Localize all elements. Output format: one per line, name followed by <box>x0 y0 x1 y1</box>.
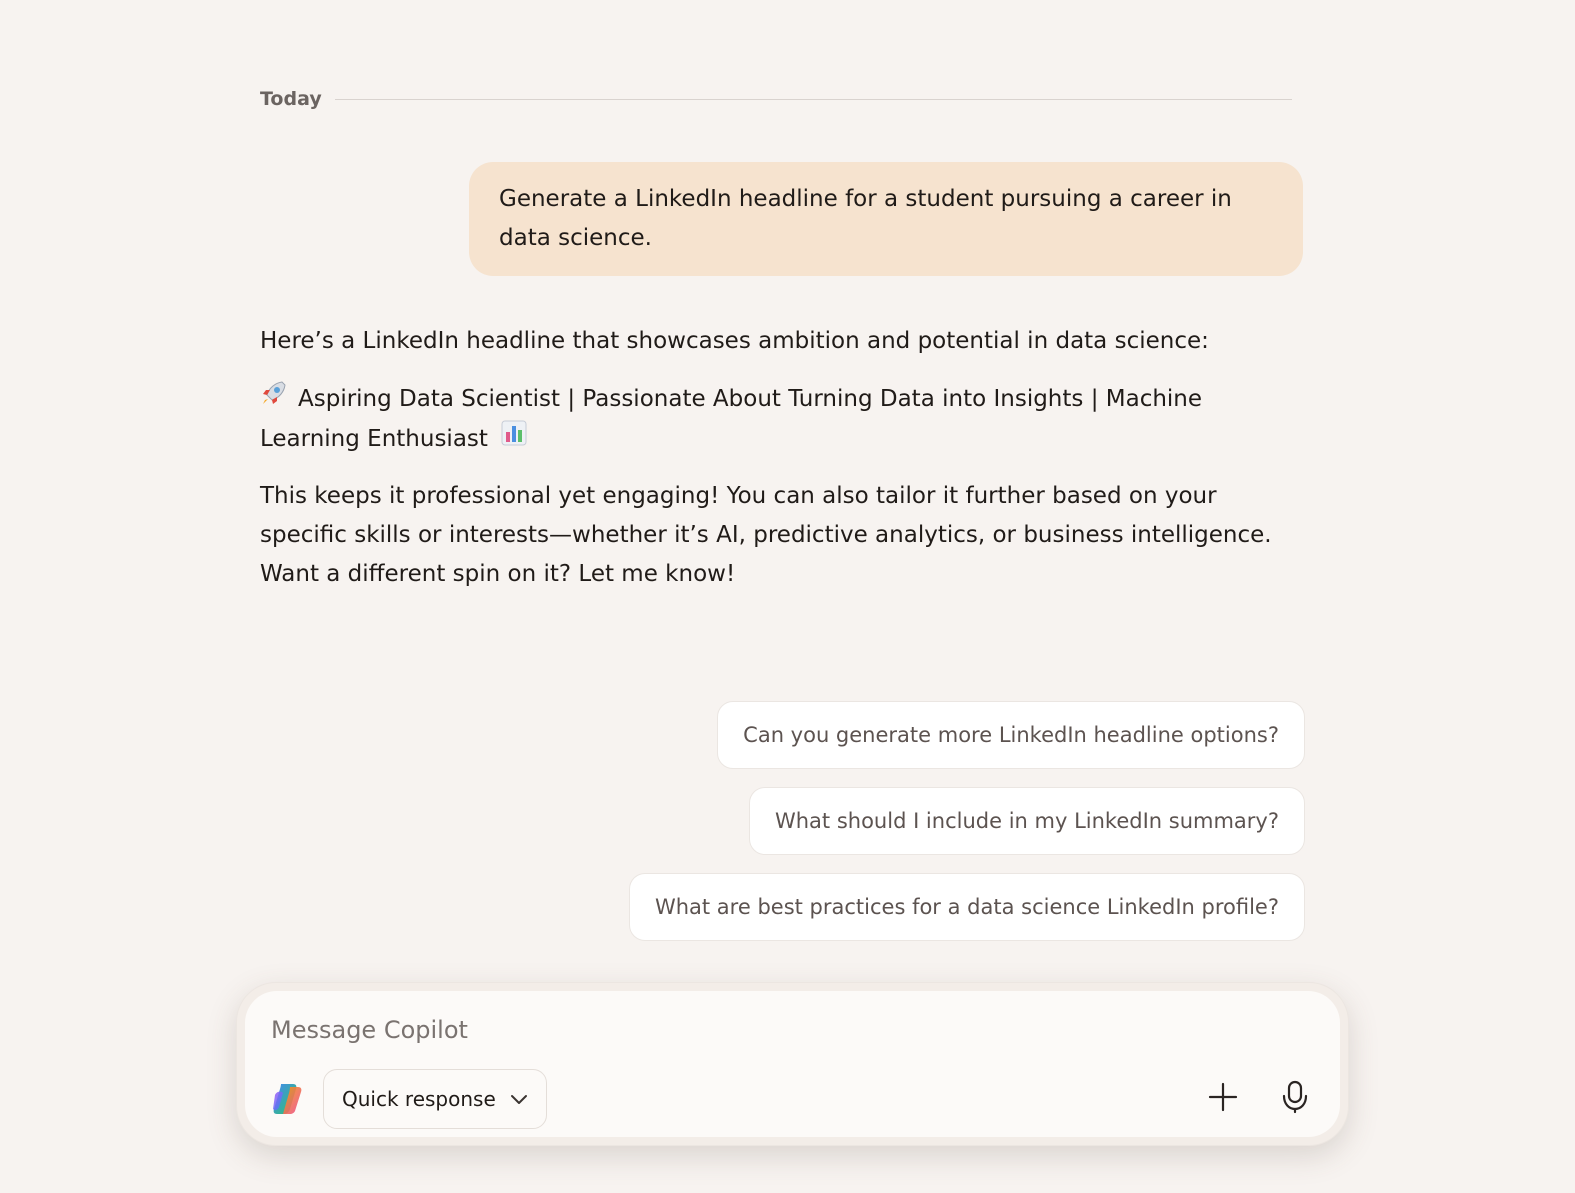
divider-line <box>334 98 1292 100</box>
response-mode-label: Quick response <box>342 1087 496 1111</box>
date-divider: Today <box>260 86 1292 112</box>
assistant-headline: Aspiring Data Scientist | Passionate Abo… <box>260 379 1310 459</box>
response-mode-select[interactable]: Quick response <box>323 1069 547 1129</box>
composer-inner: Quick response <box>245 991 1340 1137</box>
message-input[interactable] <box>269 1009 1173 1051</box>
message-composer: Quick response <box>236 982 1349 1146</box>
plus-icon <box>1208 1082 1238 1116</box>
rocket-icon <box>260 379 288 420</box>
assistant-closing: This keeps it professional yet engaging!… <box>260 483 1272 587</box>
suggestion-chips: Can you generate more LinkedIn headline … <box>628 701 1305 941</box>
bar-chart-icon <box>501 420 527 459</box>
user-message-text: Generate a LinkedIn headline for a stude… <box>499 186 1232 251</box>
date-divider-label: Today <box>260 88 322 110</box>
headline-text-line2: Learning Enthusiast <box>260 426 488 452</box>
assistant-response: Here’s a LinkedIn headline that showcase… <box>260 322 1310 612</box>
suggestion-chip-summary[interactable]: What should I include in my LinkedIn sum… <box>748 787 1305 855</box>
assistant-intro: Here’s a LinkedIn headline that showcase… <box>260 328 1209 354</box>
chevron-down-icon <box>510 1087 528 1111</box>
suggestion-chip-more-headlines[interactable]: Can you generate more LinkedIn headline … <box>717 701 1305 769</box>
copilot-logo-icon <box>269 1081 305 1117</box>
suggestion-chip-best-practices[interactable]: What are best practices for a data scien… <box>628 873 1305 941</box>
headline-text-line1: Aspiring Data Scientist | Passionate Abo… <box>298 386 1203 412</box>
add-attachment-button[interactable] <box>1203 1079 1243 1119</box>
microphone-icon <box>1280 1080 1310 1118</box>
voice-input-button[interactable] <box>1275 1079 1315 1119</box>
copilot-chat-page: Today Generate a LinkedIn headline for a… <box>0 0 1575 1193</box>
user-message-bubble: Generate a LinkedIn headline for a stude… <box>469 162 1303 276</box>
